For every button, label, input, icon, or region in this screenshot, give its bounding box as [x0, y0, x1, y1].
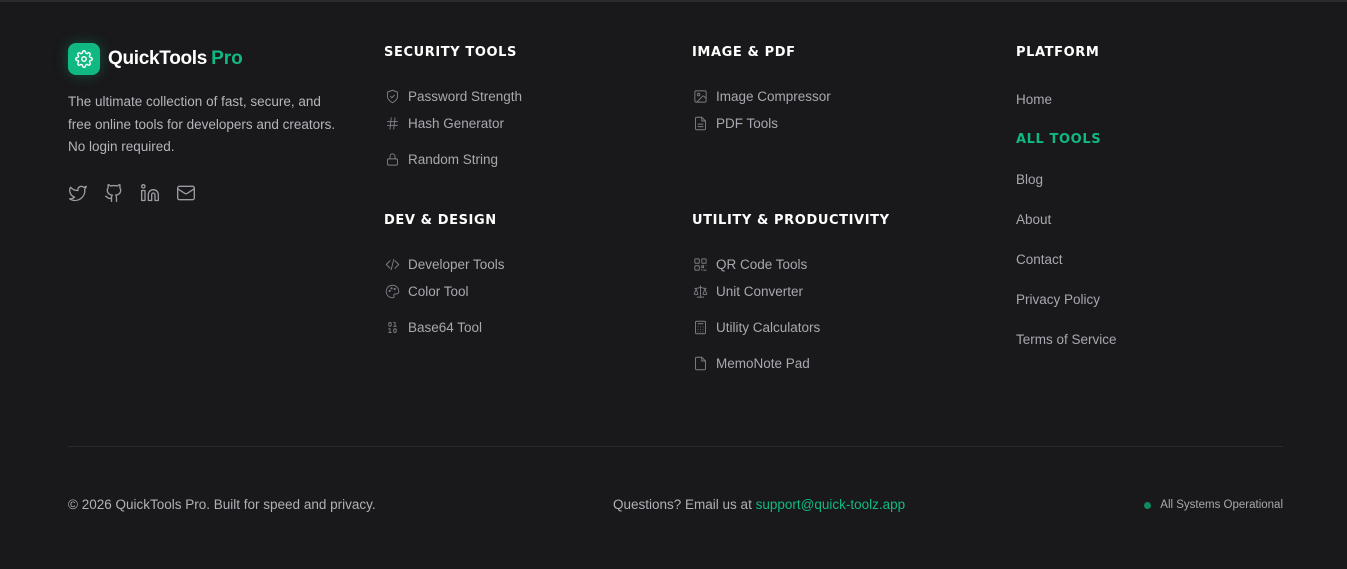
link-privacy-policy[interactable]: Privacy Policy [1016, 290, 1117, 330]
lock-icon [384, 151, 400, 167]
code-icon [384, 256, 400, 272]
link-label: Hash Generator [408, 115, 505, 131]
image-icon [692, 88, 708, 104]
link-label: Random String [408, 151, 499, 167]
gear-icon [68, 43, 100, 75]
link-label: QR Code Tools [716, 256, 808, 272]
link-terms-of-service[interactable]: Terms of Service [1016, 330, 1117, 370]
mail-icon[interactable] [176, 183, 196, 203]
copyright-text: © 2026 QuickTools Pro. Built for speed a… [68, 497, 376, 512]
social-links [68, 183, 338, 203]
link-utility-calculators[interactable]: Utility Calculators [692, 309, 890, 345]
column-heading: PLATFORM [1016, 45, 1100, 60]
link-label: Password Strength [408, 88, 523, 104]
footer-divider [68, 446, 1283, 447]
link-label: Color Tool [408, 283, 469, 299]
qr-code-icon [692, 256, 708, 272]
utility-productivity-column: UTILITY & PRODUCTIVITY QR Code Tools Uni… [692, 211, 890, 381]
link-label: PDF Tools [716, 115, 779, 131]
brand-description: The ultimate collection of fast, secure,… [68, 94, 336, 154]
link-label: Utility Calculators [716, 319, 821, 335]
brand-block: QuickTools Pro The ultimate collection o… [68, 43, 338, 203]
link-unit-converter[interactable]: Unit Converter [692, 273, 890, 309]
link-all-tools[interactable]: ALL TOOLS [1016, 130, 1117, 170]
platform-column: PLATFORM Home ALL TOOLS Blog About Conta… [1016, 43, 1117, 370]
status-dot [1144, 501, 1152, 509]
link-label: Base64 Tool [408, 319, 483, 335]
link-label: Developer Tools [408, 256, 505, 272]
contact-line: Questions? Email us at support@quick-too… [613, 497, 905, 512]
github-icon[interactable] [104, 183, 124, 203]
status-text: All Systems Operational [1160, 499, 1283, 511]
link-image-compressor[interactable]: Image Compressor [692, 87, 831, 105]
brand-name-accent: Pro [211, 48, 243, 69]
link-label: Unit Converter [716, 283, 804, 299]
file-text-icon [692, 115, 708, 131]
link-about[interactable]: About [1016, 210, 1117, 250]
security-tools-column: SECURITY TOOLS Password Strength Hash Ge… [384, 43, 522, 177]
column-heading: UTILITY & PRODUCTIVITY [692, 213, 890, 228]
twitter-icon[interactable] [68, 183, 88, 203]
link-pdf-tools[interactable]: PDF Tools [692, 105, 831, 141]
image-pdf-column: IMAGE & PDF Image Compressor PDF Tools [692, 43, 831, 141]
column-heading: SECURITY TOOLS [384, 45, 518, 60]
link-memonote-pad[interactable]: MemoNote Pad [692, 345, 890, 381]
dev-design-column: DEV & DESIGN Developer Tools Color Tool … [384, 211, 505, 345]
hash-icon [384, 115, 400, 131]
support-email-link[interactable]: support@quick-toolz.app [756, 497, 906, 512]
site-footer: QuickTools Pro The ultimate collection o… [0, 0, 1347, 569]
file-icon [692, 355, 708, 371]
system-status: All Systems Operational [1144, 499, 1283, 511]
link-label: MemoNote Pad [716, 355, 810, 371]
link-color-tool[interactable]: Color Tool [384, 273, 505, 309]
link-blog[interactable]: Blog [1016, 170, 1117, 210]
calculator-icon [692, 319, 708, 335]
brand-name: QuickTools [108, 48, 208, 69]
contact-prefix: Questions? Email us at [613, 497, 752, 512]
column-heading: IMAGE & PDF [692, 45, 796, 60]
link-base64-tool[interactable]: Base64 Tool [384, 309, 505, 345]
shield-icon [384, 88, 400, 104]
scale-icon [692, 283, 708, 299]
link-hash-generator[interactable]: Hash Generator [384, 105, 522, 141]
palette-icon [384, 283, 400, 299]
link-label: Image Compressor [716, 88, 831, 104]
link-developer-tools[interactable]: Developer Tools [384, 255, 505, 273]
link-random-string[interactable]: Random String [384, 141, 522, 177]
binary-icon [384, 319, 400, 335]
linkedin-icon[interactable] [140, 183, 160, 203]
link-contact[interactable]: Contact [1016, 250, 1117, 290]
column-heading: DEV & DESIGN [384, 213, 497, 228]
brand-logo-link[interactable]: QuickTools Pro [68, 43, 338, 75]
link-password-strength[interactable]: Password Strength [384, 87, 522, 105]
link-qr-code-tools[interactable]: QR Code Tools [692, 255, 890, 273]
link-home[interactable]: Home [1016, 90, 1117, 130]
